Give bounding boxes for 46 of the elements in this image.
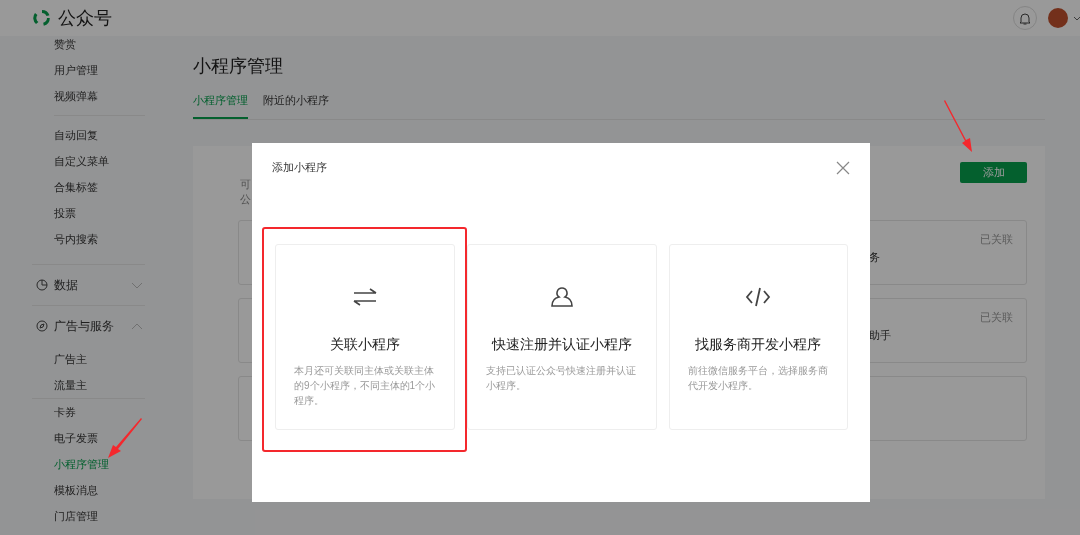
pointer-arrow — [944, 100, 972, 152]
option-card[interactable]: 找服务商开发小程序 前往微信服务平台，选择服务商代开发小程序。 — [668, 244, 848, 430]
sidebar-item[interactable]: 合集标签 — [54, 174, 193, 200]
sidebar-item[interactable]: 电子发票 — [54, 425, 193, 451]
pointer-arrow — [108, 418, 142, 458]
chevron-down-icon — [131, 281, 143, 289]
option-description: 前往微信服务平台，选择服务商代开发小程序。 — [687, 364, 829, 394]
chevron-down-icon[interactable] — [1074, 14, 1080, 22]
option-description: 支持已认证公众号快速注册并认证小程序。 — [485, 364, 637, 394]
sidebar-item[interactable]: 卡券 — [54, 399, 193, 425]
page-title: 小程序管理 — [193, 55, 284, 78]
item-name: 务 — [869, 251, 880, 263]
logo-icon — [32, 8, 52, 28]
sidebar-item[interactable]: 号内搜索 — [54, 226, 193, 252]
code-icon — [744, 285, 773, 309]
option-card[interactable]: 快速注册并认证小程序 支持已认证公众号快速注册并认证小程序。 — [466, 244, 657, 430]
option-title: 关联小程序 — [328, 336, 401, 354]
bell-icon — [1019, 11, 1031, 25]
sidebar-item[interactable]: 模板消息 — [54, 477, 193, 503]
sidebar-item[interactable]: 自定义菜单 — [54, 148, 193, 174]
modal-title: 添加小程序 — [272, 159, 327, 175]
option-title: 找服务商开发小程序 — [694, 336, 823, 354]
add-button[interactable]: 添加 — [960, 161, 1027, 183]
tab[interactable]: 附近的小程序 — [263, 88, 329, 119]
sidebar-item[interactable]: 自动回复 — [54, 122, 193, 148]
option-card[interactable]: 关联小程序 本月还可关联同主体或关联主体的9个小程序，不同主体的1个小程序。 — [275, 244, 455, 430]
sidebar-section[interactable]: 数据 — [0, 265, 193, 305]
sidebar-item[interactable]: 视频弹幕 — [54, 83, 193, 109]
item-name: 助手 — [869, 329, 891, 341]
intro-text: 可 — [240, 176, 251, 192]
sidebar-item[interactable]: 用户管理 — [54, 57, 193, 83]
avatar[interactable] — [1048, 8, 1068, 28]
pie-chart-icon — [36, 279, 48, 291]
option-title: 快速注册并认证小程序 — [491, 336, 632, 354]
sidebar-item[interactable]: 广告主 — [54, 346, 193, 372]
compass-icon — [36, 320, 48, 332]
intro-text: 公 — [240, 191, 251, 207]
app-title: 公众号 — [58, 6, 112, 30]
option-description: 本月还可关联同主体或关联主体的9个小程序，不同主体的1个小程序。 — [294, 364, 436, 409]
sidebar-item[interactable]: 流量主 — [54, 372, 193, 398]
sidebar-item[interactable]: 投票 — [54, 200, 193, 226]
sidebar-item[interactable]: 门店管理 — [54, 503, 193, 529]
chevron-up-icon — [131, 322, 143, 330]
close-icon — [836, 160, 850, 175]
sidebar-section[interactable]: 广告与服务 — [0, 306, 193, 346]
sidebar-item[interactable]: 赞赏 — [54, 36, 193, 57]
